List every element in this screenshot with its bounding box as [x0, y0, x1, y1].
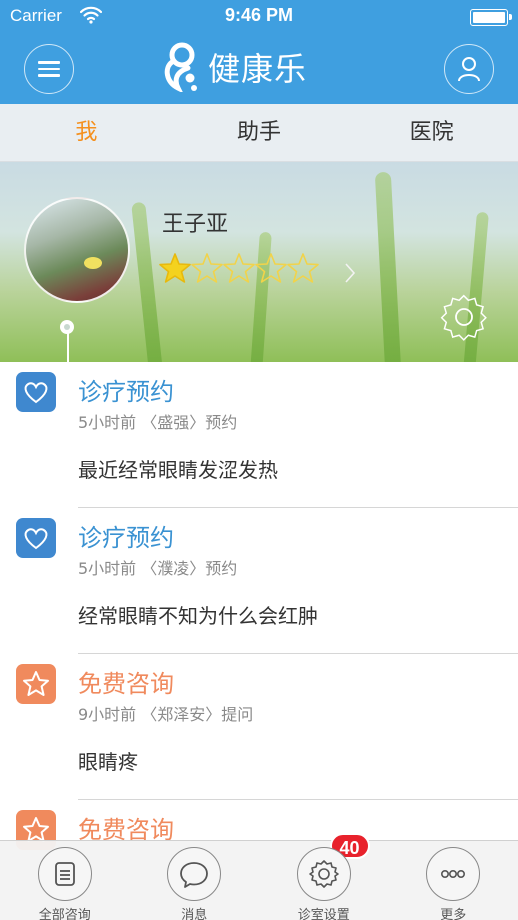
- profile-banner: 王子亚: [0, 162, 518, 362]
- chevron-right-icon[interactable]: [344, 262, 356, 284]
- feed-item-meta: 9小时前 〈郑泽安〉提问: [78, 705, 254, 724]
- tab-hospital[interactable]: 医院: [345, 104, 518, 161]
- profile-button[interactable]: [444, 44, 494, 94]
- feed-item[interactable]: 免费咨询 9小时前 〈郑泽安〉提问 眼睛疼: [0, 654, 518, 800]
- message-icon: [180, 862, 209, 888]
- feed-item-content: 最近经常眼睛发涩发热: [78, 458, 278, 482]
- timeline-dot: [60, 320, 74, 334]
- tabbar-item-clinic-settings[interactable]: 诊室设置: [259, 841, 389, 920]
- bottom-tab-bar: 全部咨询 40 消息 诊室设置 更多: [0, 833, 518, 920]
- more-icon: [441, 870, 466, 879]
- star-filled-icon: [159, 253, 191, 283]
- user-icon: [458, 57, 480, 82]
- app-logo: 健康乐: [160, 40, 307, 94]
- avatar[interactable]: [24, 197, 130, 303]
- app-title: 健康乐: [208, 50, 308, 88]
- list-icon: [54, 862, 75, 886]
- feed-item-title: 诊疗预约: [78, 524, 174, 552]
- heart-icon: [24, 382, 48, 404]
- heart-icon: [24, 528, 48, 550]
- star-empty-icon: [255, 253, 287, 283]
- tabbar-label: 更多: [440, 908, 467, 920]
- tabbar-label: 消息: [181, 908, 208, 920]
- activity-feed: 诊疗预约 5小时前 〈盛强〉预约 最近经常眼睛发涩发热 诊疗预约 5小时前 〈濮…: [0, 362, 518, 920]
- tab-me[interactable]: 我: [0, 104, 173, 161]
- tabbar-label: 诊室设置: [297, 908, 350, 920]
- feed-item-title: 诊疗预约: [78, 378, 174, 406]
- tabbar-item-more[interactable]: 更多: [389, 841, 518, 920]
- battery-icon: [470, 9, 512, 26]
- tab-assistant[interactable]: 助手: [173, 104, 346, 161]
- feed-item-meta: 5小时前 〈濮凌〉预约: [78, 559, 238, 578]
- tabbar-item-messages[interactable]: 40 消息: [130, 833, 370, 920]
- star-empty-icon: [191, 253, 223, 283]
- feed-item-title: 免费咨询: [78, 670, 174, 698]
- appointment-badge: [16, 372, 56, 412]
- status-bar: Carrier 9:46 PM: [0, 0, 518, 34]
- user-name: 王子亚: [162, 212, 229, 237]
- appointment-badge: [16, 518, 56, 558]
- star-empty-icon: [223, 253, 255, 283]
- feed-item[interactable]: 诊疗预约 5小时前 〈濮凌〉预约 经常眼睛不知为什么会红肿: [0, 508, 518, 654]
- gear-icon: [308, 860, 339, 888]
- clock: 9:46 PM: [224, 5, 294, 25]
- logo-icon: [164, 42, 197, 92]
- star-empty-icon: [287, 253, 319, 283]
- feed-item-meta: 5小时前 〈盛强〉预约: [78, 413, 238, 432]
- gear-icon[interactable]: [438, 292, 490, 344]
- feed-item-content: 眼睛疼: [78, 750, 138, 774]
- tabbar-label: 全部咨询: [38, 908, 91, 920]
- feed-item-content: 经常眼睛不知为什么会红肿: [78, 604, 318, 628]
- menu-button[interactable]: [24, 44, 74, 94]
- top-tabs: 我 助手 医院: [0, 104, 518, 162]
- tabbar-item-all-consultations[interactable]: 全部咨询: [0, 841, 130, 920]
- app-header: Carrier 9:46 PM 健康乐: [0, 0, 518, 104]
- star-icon: [23, 671, 49, 696]
- feed-item[interactable]: 诊疗预约 5小时前 〈盛强〉预约 最近经常眼睛发涩发热: [0, 362, 518, 508]
- menu-icon: [38, 61, 60, 77]
- rating-stars: [158, 252, 319, 284]
- consult-badge: [16, 664, 56, 704]
- grass-decoration: [374, 171, 402, 362]
